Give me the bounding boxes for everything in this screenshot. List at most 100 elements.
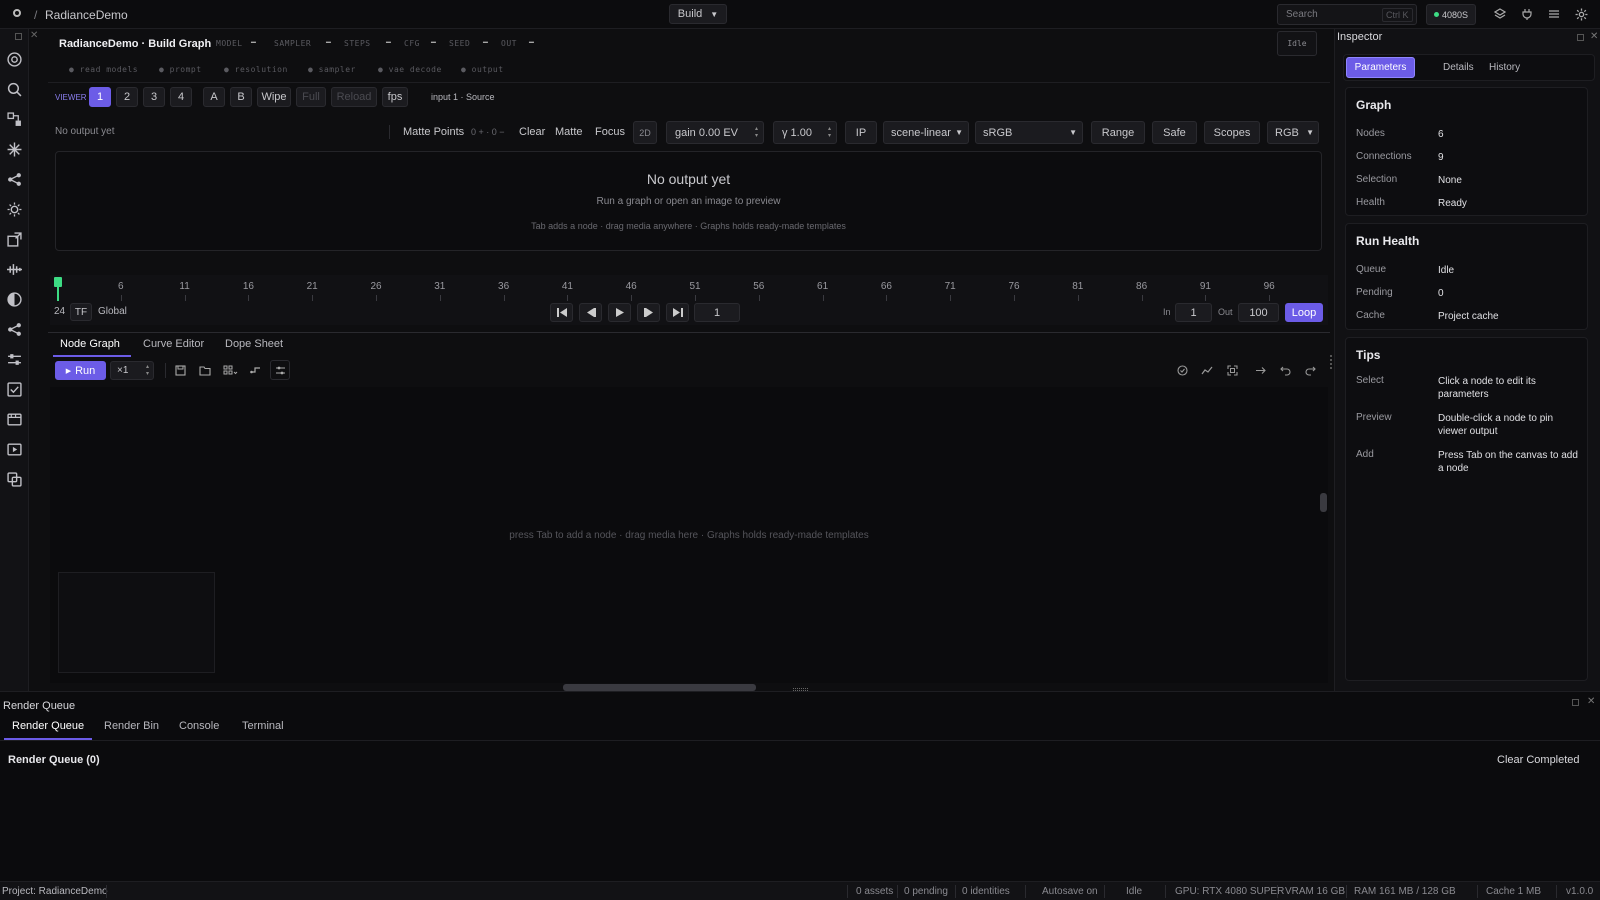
safe-button[interactable]: Safe (1152, 121, 1197, 144)
in-point-field[interactable]: 1 (1175, 303, 1212, 322)
pipeline-out[interactable]: OUT (501, 39, 517, 48)
compare-a-button[interactable]: A (203, 87, 225, 107)
viewer-slot-3[interactable]: 3 (143, 87, 165, 107)
sliders-icon[interactable] (4, 349, 25, 370)
matte-button[interactable]: Matte (555, 126, 583, 138)
viewer-canvas[interactable]: No output yet Run a graph or open an ima… (55, 151, 1322, 251)
loop-toggle[interactable]: Loop (1285, 303, 1323, 322)
ip-button[interactable]: IP (845, 121, 877, 144)
stage-output[interactable]: ● output (461, 65, 504, 74)
tab-dope-sheet[interactable]: Dope Sheet (225, 338, 283, 350)
templates-icon[interactable] (220, 360, 240, 380)
out-point-field[interactable]: 100 (1238, 303, 1279, 322)
film-icon[interactable] (4, 409, 25, 430)
clear-completed-button[interactable]: Clear Completed (1497, 754, 1580, 766)
duplicate-icon[interactable] (4, 469, 25, 490)
play-box-icon[interactable] (4, 439, 25, 460)
skip-end-button[interactable] (666, 303, 689, 322)
gear-icon[interactable] (1571, 4, 1591, 24)
panel-close-icon[interactable]: ✕ (1587, 696, 1595, 707)
tab-render-bin[interactable]: Render Bin (104, 720, 159, 732)
tab-console[interactable]: Console (179, 720, 219, 732)
stage-prompt[interactable]: ● prompt (159, 65, 202, 74)
panel-close-icon[interactable]: ✕ (1590, 31, 1598, 42)
node-graph-canvas[interactable]: press Tab to add a node · drag media her… (50, 387, 1328, 683)
stage-read-models[interactable]: ● read models (69, 65, 138, 74)
stage-sampler[interactable]: ● sampler (308, 65, 356, 74)
run-button[interactable]: ▶ Run (55, 361, 106, 380)
contrast-icon[interactable] (4, 289, 25, 310)
global-toggle[interactable]: Global (98, 306, 127, 317)
display-select[interactable]: sRGB ▼ (975, 121, 1083, 144)
project-name[interactable]: RadianceDemo (45, 8, 128, 22)
arrow-right-icon[interactable] (1250, 360, 1270, 380)
playhead[interactable] (54, 277, 62, 287)
reload-button[interactable]: Reload (331, 87, 377, 107)
clear-matte-button[interactable]: Clear (519, 126, 545, 138)
skip-start-button[interactable] (550, 303, 573, 322)
range-button[interactable]: Range (1091, 121, 1145, 144)
gamma-stepper[interactable]: γ 1.00 ▴ ▾ (773, 121, 837, 144)
check-circle-icon[interactable] (1172, 360, 1192, 380)
wipe-button[interactable]: Wipe (257, 87, 291, 107)
target-icon[interactable] (4, 49, 25, 70)
folder-icon[interactable] (195, 360, 215, 380)
tab-curve-editor[interactable]: Curve Editor (143, 338, 204, 350)
mode-2d-button[interactable]: 2D (633, 121, 657, 144)
minimap[interactable] (58, 572, 215, 673)
mode-select[interactable]: Build ▼ (669, 4, 727, 24)
step-back-button[interactable] (579, 303, 602, 322)
panel-resize-grip-icon[interactable] (1330, 355, 1332, 369)
focus-button[interactable]: Focus (595, 126, 625, 138)
scopes-button[interactable]: Scopes (1204, 121, 1260, 144)
fps-button[interactable]: fps (382, 87, 408, 107)
redo-icon[interactable] (1300, 360, 1320, 380)
tab-details[interactable]: Details (1443, 62, 1474, 73)
search-icon[interactable] (4, 79, 25, 100)
nodes-icon[interactable] (4, 109, 25, 130)
fit-view-icon[interactable] (1222, 360, 1242, 380)
panel-close-icon[interactable]: ✕ (30, 30, 38, 41)
timeline-ruler[interactable]: 16111621263136414651566166717681869196 (50, 281, 1328, 303)
search-input[interactable]: Search Ctrl K (1277, 4, 1417, 25)
vertical-scrollbar[interactable] (1320, 493, 1327, 512)
share-icon[interactable] (4, 169, 25, 190)
viewer-slot-4[interactable]: 4 (170, 87, 192, 107)
pipeline-model[interactable]: MODEL (216, 39, 243, 48)
filter-icon[interactable] (270, 360, 290, 380)
step-forward-button[interactable] (637, 303, 660, 322)
tab-render-queue[interactable]: Render Queue (12, 720, 84, 732)
pipeline-cfg[interactable]: CFG (404, 39, 420, 48)
horizontal-scrollbar[interactable] (563, 684, 756, 691)
pipeline-seed[interactable]: SEED (449, 39, 470, 48)
menu-icon[interactable] (1544, 4, 1564, 24)
waveform-icon[interactable] (4, 259, 25, 280)
app-logo-icon[interactable] (13, 9, 21, 17)
full-button[interactable]: Full (296, 87, 326, 107)
sparkle-icon[interactable] (4, 139, 25, 160)
play-button[interactable] (608, 303, 631, 322)
gpu-badge[interactable]: 4080S (1426, 4, 1476, 25)
timecode-toggle[interactable]: TF (70, 303, 92, 321)
tab-history[interactable]: History (1489, 62, 1520, 73)
run-multiplier-stepper[interactable]: ×1 ▴ ▾ (110, 361, 154, 380)
layers-icon[interactable] (1490, 4, 1510, 24)
channel-select[interactable]: RGB ▼ (1267, 121, 1319, 144)
pipeline-steps[interactable]: STEPS (344, 39, 371, 48)
panel-float-icon[interactable] (1572, 699, 1579, 706)
gain-stepper[interactable]: gain 0.00 EV ▴ ▾ (666, 121, 764, 144)
tab-parameters[interactable]: Parameters (1346, 57, 1415, 78)
panel-float-icon[interactable] (15, 33, 22, 40)
plug-icon[interactable] (1517, 4, 1537, 24)
connections-icon[interactable] (4, 319, 25, 340)
save-icon[interactable] (170, 360, 190, 380)
trend-icon[interactable] (1197, 360, 1217, 380)
pipeline-sampler[interactable]: SAMPLER (274, 39, 311, 48)
stage-resolution[interactable]: ● resolution (224, 65, 288, 74)
stage-vae-decode[interactable]: ● vae decode (378, 65, 442, 74)
panel-float-icon[interactable] (1577, 34, 1584, 41)
tab-node-graph[interactable]: Node Graph (60, 338, 120, 350)
sun-icon[interactable] (4, 199, 25, 220)
transform-icon[interactable] (4, 229, 25, 250)
current-frame-field[interactable]: 1 (694, 303, 740, 322)
